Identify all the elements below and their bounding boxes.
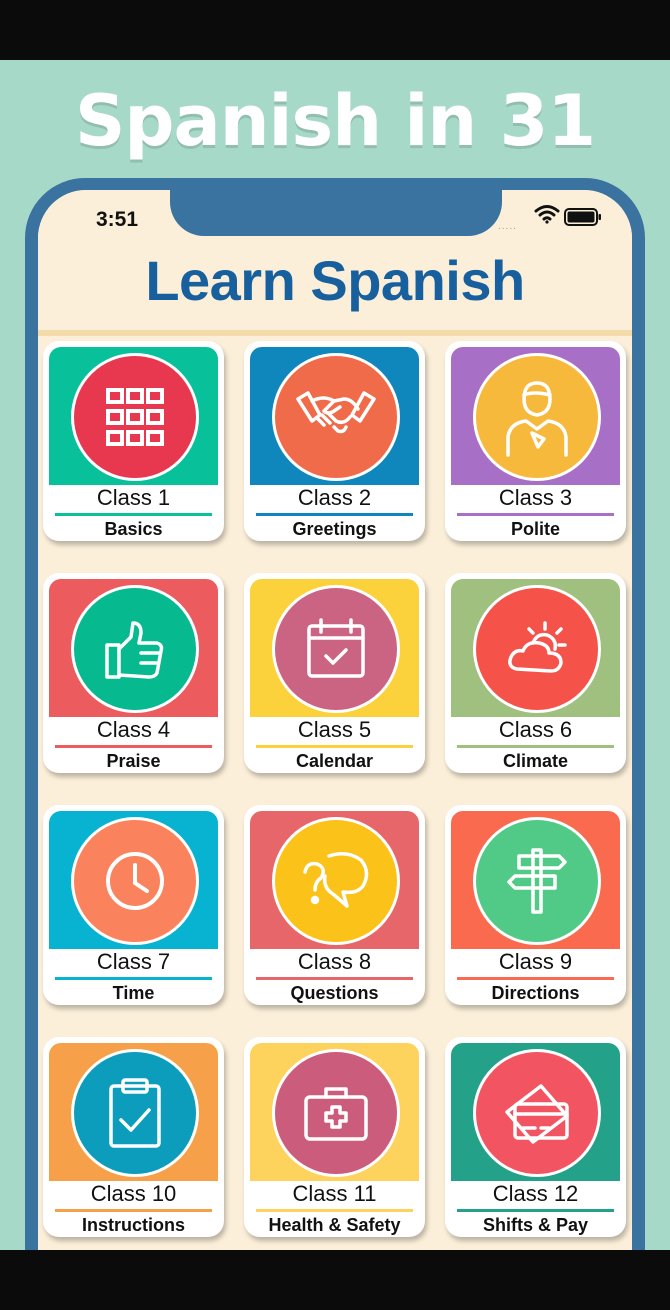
- class-card[interactable]: Class 11 Health & Safety: [244, 1037, 425, 1237]
- class-divider: [457, 977, 614, 980]
- class-topic-label: Directions: [491, 983, 580, 1003]
- class-card-banner: [49, 579, 218, 717]
- class-card-banner: [250, 1043, 419, 1181]
- class-topic-label: Health & Safety: [268, 1215, 401, 1235]
- class-divider: [457, 745, 614, 748]
- class-card-banner: [451, 811, 620, 949]
- class-topic-label: Calendar: [295, 751, 374, 771]
- calendar-icon: [272, 585, 400, 713]
- class-topic-label: Greetings: [292, 519, 377, 539]
- class-card-banner: [49, 347, 218, 485]
- class-card[interactable]: Class 5 Calendar: [244, 573, 425, 773]
- class-divider: [256, 745, 413, 748]
- app-header: 3:51 ..... Learn Spanish: [38, 190, 632, 336]
- class-topic-label: Basics: [104, 519, 163, 539]
- class-topic-label: Praise: [106, 751, 161, 771]
- class-card[interactable]: Class 8 Questions: [244, 805, 425, 1005]
- class-card[interactable]: Class 3 Polite: [445, 341, 626, 541]
- class-card-banner: [451, 579, 620, 717]
- class-number-label: Class 10: [90, 1181, 177, 1206]
- class-divider: [256, 1209, 413, 1212]
- class-number-label: Class 8: [297, 949, 372, 974]
- class-topic-label: Shifts & Pay: [482, 1215, 589, 1235]
- class-card[interactable]: Class 10 Instructions: [43, 1037, 224, 1237]
- class-divider: [256, 977, 413, 980]
- first-aid-icon: [272, 1049, 400, 1177]
- class-card[interactable]: Class 4 Praise: [43, 573, 224, 773]
- phone-frame: 3:51 ..... Learn Spanish Class 1Basics C…: [25, 178, 645, 1250]
- app-title: Learn Spanish: [145, 249, 525, 312]
- wifi-icon: [534, 205, 560, 224]
- class-number-label: Class 6: [498, 717, 573, 742]
- class-topic-label: Questions: [290, 983, 379, 1003]
- class-topic-label: Climate: [502, 751, 569, 771]
- class-card-banner: [451, 1043, 620, 1181]
- status-time: 3:51: [96, 208, 139, 231]
- class-card-banner: [451, 347, 620, 485]
- class-number-label: Class 9: [498, 949, 573, 974]
- thumbs-up-icon: [71, 585, 199, 713]
- person-icon: [473, 353, 601, 481]
- phone-notch: [170, 190, 502, 236]
- class-divider: [55, 1209, 212, 1212]
- class-card-banner: [250, 811, 419, 949]
- signpost-icon: [473, 817, 601, 945]
- class-card[interactable]: Class 12 Shifts & Pay: [445, 1037, 626, 1237]
- class-divider: [55, 513, 212, 516]
- question-bubble-icon: [272, 817, 400, 945]
- class-card[interactable]: Class 2 Greetings: [244, 341, 425, 541]
- class-card[interactable]: Class 9 Directions: [445, 805, 626, 1005]
- class-divider: [457, 513, 614, 516]
- class-number-label: Class 4: [96, 717, 171, 742]
- class-number-label: Class 5: [297, 717, 372, 742]
- class-divider: [55, 977, 212, 980]
- weather-icon: [473, 585, 601, 713]
- clipboard-icon: [71, 1049, 199, 1177]
- app-screen: 3:51 ..... Learn Spanish Class 1Basics C…: [38, 190, 632, 1250]
- class-card[interactable]: Class 1 Basics: [43, 341, 224, 541]
- clock-icon: [71, 817, 199, 945]
- class-number-label: Class 12: [492, 1181, 579, 1206]
- class-divider: [256, 513, 413, 516]
- class-divider: [55, 745, 212, 748]
- class-card-banner: [250, 347, 419, 485]
- class-card-banner: [49, 1043, 218, 1181]
- class-card-banner: [49, 811, 218, 949]
- class-topic-label: Instructions: [81, 1215, 185, 1235]
- class-topic-label: Time: [112, 983, 155, 1003]
- class-number-label: Class 11: [292, 1181, 377, 1206]
- class-number-label: Class 3: [498, 485, 573, 510]
- class-number-label: Class 2: [297, 485, 372, 510]
- class-number-label: Class 7: [96, 949, 171, 974]
- signal-dots: .....: [498, 221, 517, 232]
- handshake-icon: [272, 353, 400, 481]
- grid-icon: [71, 353, 199, 481]
- promo-background: Spanish in 31 Days 3:51 ..... Learn Sp: [0, 60, 670, 1250]
- class-card-banner: [250, 579, 419, 717]
- class-topic-label: Polite: [510, 519, 560, 539]
- credit-card-icon: [473, 1049, 601, 1177]
- battery-icon: [564, 208, 601, 226]
- class-number-label: Class 1: [96, 485, 171, 510]
- class-divider: [457, 1209, 614, 1212]
- class-card[interactable]: Class 7 Time: [43, 805, 224, 1005]
- class-card[interactable]: Class 6 Climate: [445, 573, 626, 773]
